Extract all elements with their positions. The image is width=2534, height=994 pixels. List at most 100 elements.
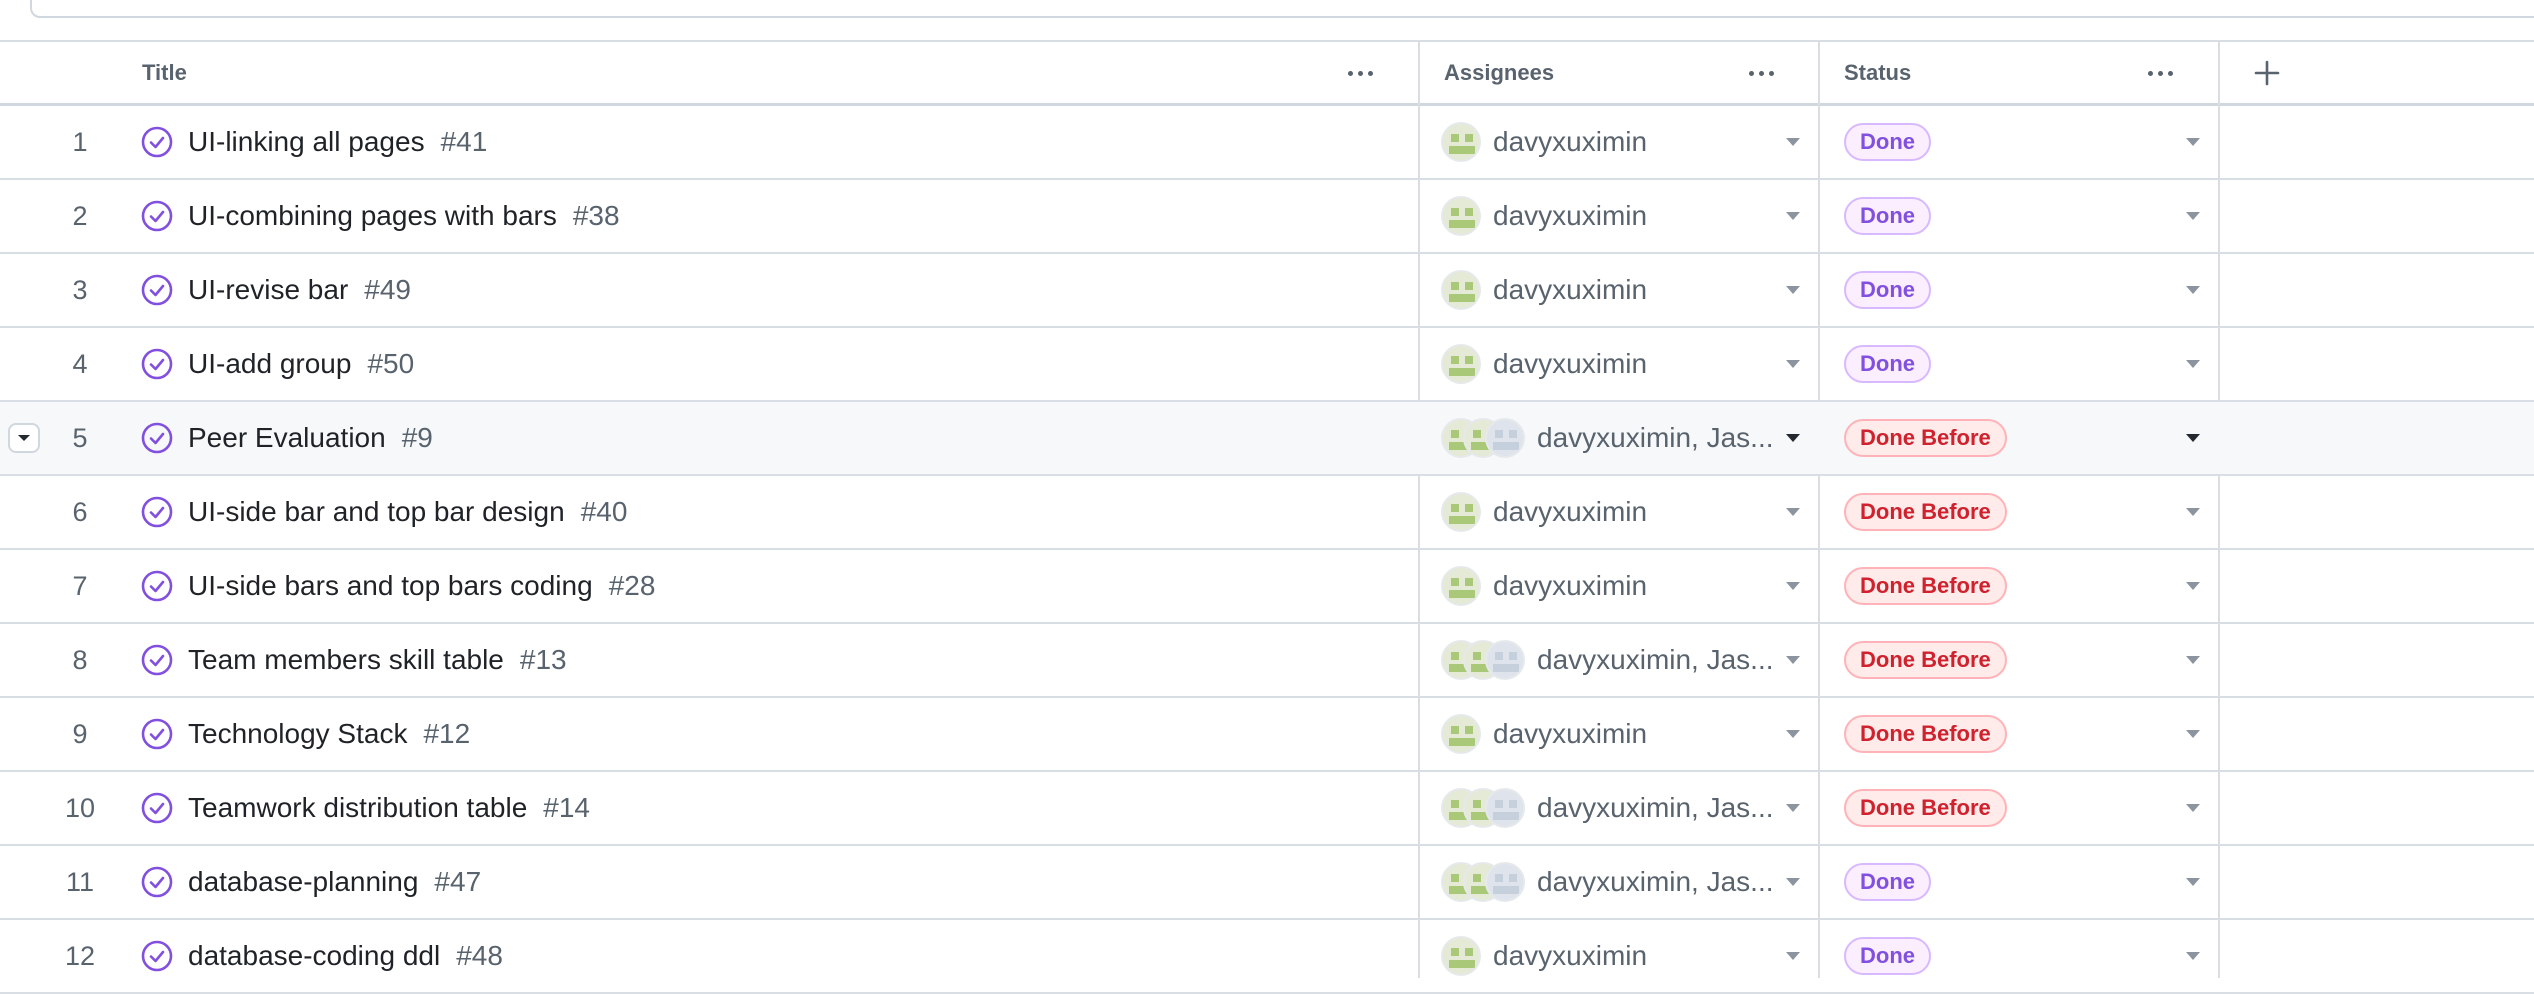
assignees-dropdown-chevron-down-icon[interactable] (1786, 656, 1800, 664)
assignees-cell[interactable]: davyxuximin (1441, 328, 1811, 400)
status-cell[interactable]: Done Before (1844, 772, 2007, 844)
issue-title-link[interactable]: UI-linking all pages (188, 126, 425, 158)
status-cell[interactable]: Done (1844, 846, 1931, 918)
row-number: 2 (72, 200, 88, 231)
issue-title-link[interactable]: UI-side bars and top bars coding (188, 570, 593, 602)
title-cell[interactable]: UI-side bar and top bar design #40 (140, 476, 627, 548)
table-row[interactable]: 9 Technology Stack #12 davyxuximin Done … (0, 698, 2534, 772)
assignees-cell[interactable]: davyxuximin, Jas... (1441, 402, 1811, 474)
status-cell[interactable]: Done (1844, 328, 1931, 400)
table-row[interactable]: 1 UI-linking all pages #41 davyxuximin D… (0, 106, 2534, 180)
status-cell[interactable]: Done Before (1844, 476, 2007, 548)
assignees-cell[interactable]: davyxuximin (1441, 254, 1811, 326)
assignees-dropdown-chevron-down-icon[interactable] (1786, 434, 1800, 442)
status-cell[interactable]: Done Before (1844, 624, 2007, 696)
status-dropdown-chevron-down-icon[interactable] (2186, 730, 2200, 738)
status-dropdown-chevron-down-icon[interactable] (2186, 360, 2200, 368)
assignees-dropdown-chevron-down-icon[interactable] (1786, 212, 1800, 220)
status-dropdown-chevron-down-icon[interactable] (2186, 804, 2200, 812)
status-dropdown-chevron-down-icon[interactable] (2186, 582, 2200, 590)
assignees-dropdown-chevron-down-icon[interactable] (1786, 804, 1800, 812)
column-header-status[interactable]: Status (1844, 42, 1911, 104)
assignees-cell[interactable]: davyxuximin (1441, 920, 1811, 992)
status-cell[interactable]: Done Before (1844, 550, 2007, 622)
title-column-menu-icon[interactable] (1348, 42, 1373, 104)
assignees-cell[interactable]: davyxuximin (1441, 180, 1811, 252)
status-dropdown-chevron-down-icon[interactable] (2186, 508, 2200, 516)
status-badge: Done (1844, 863, 1931, 901)
assignees-dropdown-chevron-down-icon[interactable] (1786, 360, 1800, 368)
status-dropdown-chevron-down-icon[interactable] (2186, 286, 2200, 294)
table-row[interactable]: 6 UI-side bar and top bar design #40 dav… (0, 476, 2534, 550)
assignees-dropdown-chevron-down-icon[interactable] (1786, 582, 1800, 590)
title-cell[interactable]: database-coding ddl #48 (140, 920, 503, 992)
status-dropdown-chevron-down-icon[interactable] (2186, 212, 2200, 220)
assignees-dropdown-chevron-down-icon[interactable] (1786, 730, 1800, 738)
row-expand-chevron-down-icon[interactable] (8, 423, 40, 453)
title-cell[interactable]: UI-revise bar #49 (140, 254, 411, 326)
assignees-dropdown-chevron-down-icon[interactable] (1786, 878, 1800, 886)
row-number: 10 (64, 792, 96, 823)
add-column-plus-icon[interactable] (2250, 42, 2284, 104)
status-dropdown-chevron-down-icon[interactable] (2186, 138, 2200, 146)
assignees-cell[interactable]: davyxuximin, Jas... (1441, 624, 1811, 696)
column-header-assignees[interactable]: Assignees (1444, 42, 1554, 104)
title-cell[interactable]: database-planning #47 (140, 846, 481, 918)
table-row[interactable]: 5 Peer Evaluation #9 davyxuximin, Jas...… (0, 402, 2534, 476)
assignees-dropdown-chevron-down-icon[interactable] (1786, 952, 1800, 960)
status-dropdown-chevron-down-icon[interactable] (2186, 952, 2200, 960)
column-header-title[interactable]: Title (142, 42, 187, 104)
table-row[interactable]: 2 UI-combining pages with bars #38 davyx… (0, 180, 2534, 254)
title-cell[interactable]: UI-add group #50 (140, 328, 414, 400)
assignees-dropdown-chevron-down-icon[interactable] (1786, 138, 1800, 146)
issue-title-link[interactable]: UI-side bar and top bar design (188, 496, 565, 528)
status-dropdown-chevron-down-icon[interactable] (2186, 878, 2200, 886)
status-cell[interactable]: Done Before (1844, 402, 2007, 474)
status-dropdown-chevron-down-icon[interactable] (2186, 434, 2200, 442)
title-cell[interactable]: UI-combining pages with bars #38 (140, 180, 620, 252)
table-row[interactable]: 7 UI-side bars and top bars coding #28 d… (0, 550, 2534, 624)
table-row[interactable]: 8 Team members skill table #13 davyxuxim… (0, 624, 2534, 698)
status-badge: Done (1844, 345, 1931, 383)
issue-title-link[interactable]: Teamwork distribution table (188, 792, 527, 824)
title-cell[interactable]: UI-side bars and top bars coding #28 (140, 550, 655, 622)
table-row[interactable]: 11 database-planning #47 davyxuximin, Ja… (0, 846, 2534, 920)
status-column-menu-icon[interactable] (2148, 42, 2173, 104)
assignees-cell[interactable]: davyxuximin (1441, 550, 1811, 622)
assignees-cell[interactable]: davyxuximin (1441, 476, 1811, 548)
title-cell[interactable]: Teamwork distribution table #14 (140, 772, 590, 844)
table-row[interactable]: 10 Teamwork distribution table #14 davyx… (0, 772, 2534, 846)
table-row[interactable]: 12 database-coding ddl #48 davyxuximin D… (0, 920, 2534, 994)
assignees-cell[interactable]: davyxuximin, Jas... (1441, 772, 1811, 844)
status-cell[interactable]: Done (1844, 920, 1931, 992)
status-cell[interactable]: Done (1844, 254, 1931, 326)
closed-issue-check-circle-icon (141, 866, 173, 898)
assignees-cell[interactable]: davyxuximin (1441, 698, 1811, 770)
issue-title-link[interactable]: UI-combining pages with bars (188, 200, 557, 232)
status-cell[interactable]: Done Before (1844, 698, 2007, 770)
title-cell[interactable]: Technology Stack #12 (140, 698, 470, 770)
issue-title-link[interactable]: UI-add group (188, 348, 351, 380)
assignees-dropdown-chevron-down-icon[interactable] (1786, 508, 1800, 516)
assignees-cell[interactable]: davyxuximin, Jas... (1441, 846, 1811, 918)
title-cell[interactable]: UI-linking all pages #41 (140, 106, 487, 178)
filter-input[interactable] (30, 0, 2534, 18)
status-cell[interactable]: Done (1844, 106, 1931, 178)
issue-title-link[interactable]: database-coding ddl (188, 940, 440, 972)
issue-title-link[interactable]: Peer Evaluation (188, 422, 386, 454)
assignees-dropdown-chevron-down-icon[interactable] (1786, 286, 1800, 294)
status-dropdown-chevron-down-icon[interactable] (2186, 656, 2200, 664)
assignees-cell[interactable]: davyxuximin (1441, 106, 1811, 178)
title-cell[interactable]: Team members skill table #13 (140, 624, 567, 696)
issue-title-link[interactable]: database-planning (188, 866, 418, 898)
status-cell[interactable]: Done (1844, 180, 1931, 252)
issue-title-link[interactable]: UI-revise bar (188, 274, 348, 306)
issue-title-link[interactable]: Technology Stack (188, 718, 407, 750)
table-row[interactable]: 4 UI-add group #50 davyxuximin Done (0, 328, 2534, 402)
assignees-column-menu-icon[interactable] (1749, 42, 1774, 104)
table-row[interactable]: 3 UI-revise bar #49 davyxuximin Done (0, 254, 2534, 328)
status-badge: Done (1844, 197, 1931, 235)
issue-title-link[interactable]: Team members skill table (188, 644, 504, 676)
title-cell[interactable]: Peer Evaluation #9 (140, 402, 433, 474)
status-badge: Done Before (1844, 419, 2007, 457)
